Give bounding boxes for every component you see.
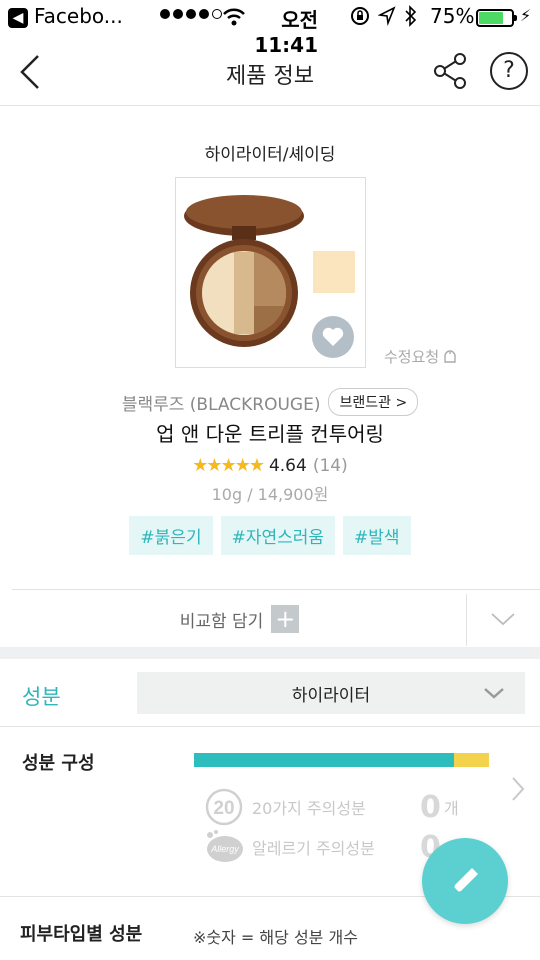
chevron-down-icon[interactable]: [490, 606, 516, 632]
battery-percent: 75%: [430, 4, 475, 28]
brand-name[interactable]: 블랙루즈 (BLACKROUGE): [122, 390, 321, 415]
share-icon[interactable]: [432, 52, 470, 90]
product-name: 업 앤 다운 트리플 컨투어링: [156, 422, 384, 446]
star-rating-icon: ★★★★★: [192, 455, 265, 476]
charging-icon: ⚡: [520, 6, 532, 25]
bluetooth-icon: [405, 5, 417, 27]
ingredient-header: 성분 하이라이터: [0, 659, 540, 727]
caution-ingredients-row: 20 20가지 주의성분 0 개: [204, 787, 459, 827]
ingredient-type-select[interactable]: 하이라이터: [137, 672, 525, 714]
brand-row: 블랙루즈 (BLACKROUGE) 브랜드관 >: [0, 388, 540, 416]
compare-label: 비교함 담기: [179, 611, 264, 632]
allergy-ingredients-row: Allergy 알레르기 주의성분 0: [204, 827, 441, 867]
allergy-icon-text: Allergy: [210, 844, 239, 854]
edit-request-label: 수정요청: [384, 348, 440, 366]
caution-count: 0: [420, 789, 441, 825]
compare-row: 비교함 담기 +: [12, 589, 540, 647]
tag-chip[interactable]: #붉은기: [129, 516, 213, 555]
pencil-icon: [453, 868, 478, 893]
composition-title: 성분 구성: [22, 753, 95, 774]
brand-page-button[interactable]: 브랜드관 >: [328, 388, 419, 416]
product-category: 하이라이터/셰이딩: [204, 145, 336, 165]
help-icon[interactable]: ?: [490, 52, 528, 90]
signal-strength-icon: [160, 9, 222, 19]
rotation-lock-icon: [351, 7, 369, 25]
edit-request-link[interactable]: 수정요청: [384, 346, 457, 367]
allergy-label: 알레르기 주의성분: [252, 839, 375, 858]
section-divider: [0, 647, 540, 659]
tag-chip[interactable]: #자연스러움: [220, 516, 336, 555]
skin-type-title: 피부타입별 성분: [20, 924, 143, 945]
composition-bar: [194, 753, 489, 767]
product-image[interactable]: [175, 177, 366, 368]
write-review-button[interactable]: [422, 838, 508, 924]
ingredient-type-value: 하이라이터: [291, 685, 371, 706]
allergy-icon: Allergy: [207, 830, 243, 862]
divider: [466, 594, 467, 646]
back-to-app-icon[interactable]: ◀: [8, 8, 28, 28]
rating-score: 4.64: [268, 455, 307, 476]
badge-20: 20: [213, 798, 234, 819]
back-app-name[interactable]: Facebo...: [34, 4, 123, 28]
tag-chip[interactable]: #발색: [343, 516, 411, 555]
twenty-caution-icon: 20: [205, 788, 243, 826]
rating-row[interactable]: ★★★★★ 4.64 (14): [0, 455, 540, 476]
plus-icon: +: [271, 605, 300, 633]
chevron-down-icon: [484, 688, 504, 699]
nav-bar: 제품 정보 ?: [0, 36, 540, 106]
battery-icon: [476, 9, 517, 27]
status-bar: ◀ Facebo... 오전 11:41 75% ⚡: [0, 0, 540, 57]
bell-icon: [444, 349, 456, 363]
favorite-button[interactable]: [312, 316, 354, 358]
color-swatch[interactable]: [313, 251, 355, 293]
ingredient-section-title: 성분: [22, 685, 61, 709]
caution-label: 20가지 주의성분: [252, 799, 366, 818]
caution-unit: 개: [444, 799, 459, 818]
chevron-right-icon[interactable]: [510, 775, 526, 803]
location-icon: [378, 6, 396, 26]
product-price: 10g / 14,900원: [211, 485, 329, 504]
add-to-compare-button[interactable]: 비교함 담기 +: [12, 590, 467, 648]
tag-list: #붉은기 #자연스러움 #발색: [0, 516, 540, 555]
composition-bar-fill: [194, 753, 454, 767]
review-count: (14): [312, 455, 348, 476]
heart-icon: [322, 327, 344, 346]
skin-type-note: ※숫자 = 해당 성분 개수: [193, 928, 358, 947]
